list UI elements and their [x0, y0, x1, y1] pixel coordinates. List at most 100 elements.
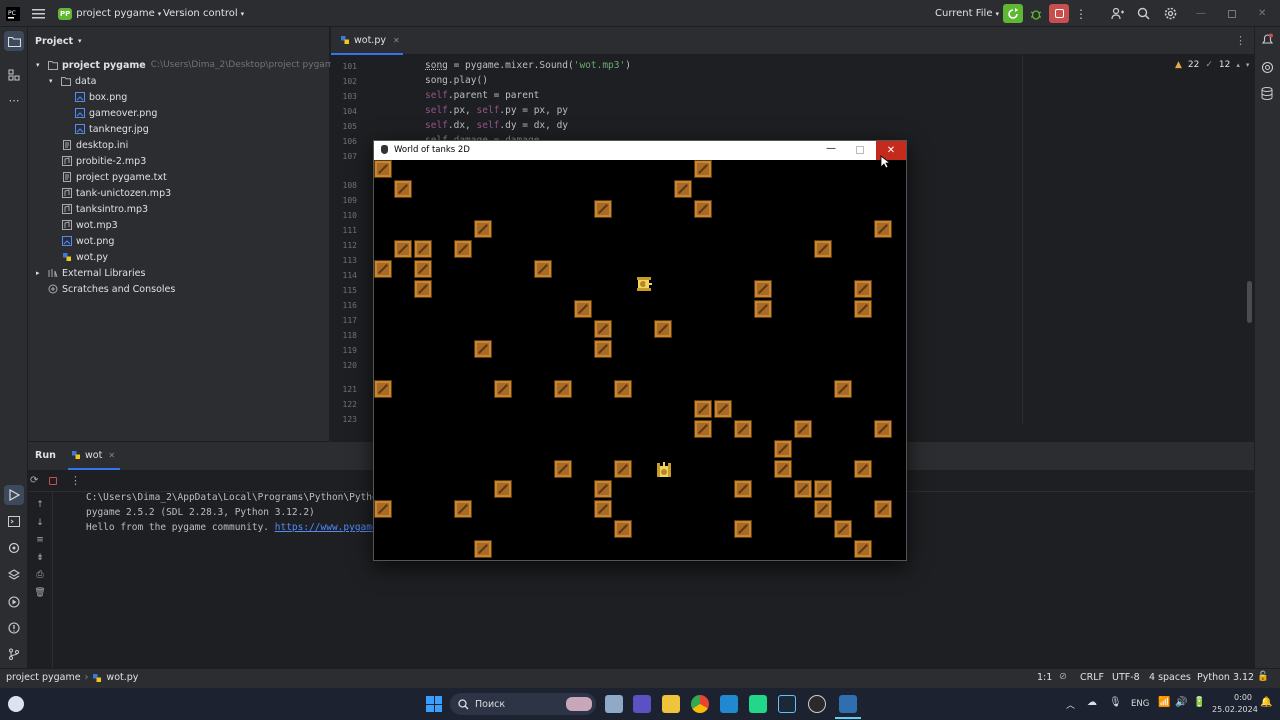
file-explorer-icon[interactable]: [662, 695, 680, 713]
settings-button[interactable]: [1160, 4, 1180, 23]
tree-file[interactable]: gameover.png: [75, 105, 157, 121]
project-tool-button[interactable]: [4, 31, 24, 51]
close-tab-icon[interactable]: ✕: [393, 36, 400, 45]
tree-external-libraries[interactable]: ▸ External Libraries: [36, 265, 145, 281]
close-tab-icon[interactable]: ✕: [108, 451, 115, 460]
language-indicator[interactable]: ENG: [1131, 699, 1149, 709]
tree-folder-data[interactable]: ▾ data: [49, 73, 96, 89]
right-margin-guide: [1022, 55, 1023, 425]
arrow-down-icon[interactable]: ↓: [33, 515, 47, 533]
code-with-me-button[interactable]: [1107, 4, 1127, 23]
tree-file[interactable]: tanksintro.mp3: [62, 201, 148, 217]
game-field[interactable]: [374, 160, 906, 560]
chrome-icon[interactable]: [691, 695, 709, 713]
caret-position[interactable]: 1:1: [1037, 672, 1052, 683]
services-tool-button[interactable]: [4, 592, 24, 612]
tree-file[interactable]: box.png: [75, 89, 127, 105]
tree-file[interactable]: tanknegr.jpg: [75, 121, 149, 137]
chevron-up-icon[interactable]: ︿: [1066, 698, 1075, 711]
search-everywhere-button[interactable]: [1133, 4, 1153, 23]
steam-icon[interactable]: [778, 695, 796, 713]
breadcrumb-project[interactable]: project pygame: [6, 672, 81, 683]
game-window[interactable]: World of tanks 2D — ✕: [373, 140, 907, 561]
maximize-window-button[interactable]: [1228, 0, 1236, 27]
volume-icon[interactable]: 🔊: [1175, 697, 1187, 708]
game-title-bar[interactable]: World of tanks 2D — ✕: [374, 141, 906, 160]
tree-file[interactable]: wot.png: [62, 233, 114, 249]
stop-icon[interactable]: [49, 477, 57, 485]
line-separator[interactable]: CRLF: [1080, 672, 1104, 683]
close-window-button[interactable]: ✕: [1258, 0, 1266, 27]
clock-time[interactable]: 0:00: [1230, 693, 1252, 702]
rerun-icon[interactable]: ⟳: [30, 475, 38, 486]
editor-tab-wot-py[interactable]: wot.py ✕: [331, 27, 403, 55]
wifi-icon[interactable]: 📶: [1158, 697, 1170, 708]
run-icon: [9, 489, 20, 501]
obs-icon[interactable]: [808, 695, 826, 713]
structure-tool-button[interactable]: [4, 65, 24, 85]
python-packages-button[interactable]: [4, 538, 24, 558]
windows-taskbar: Поиск ︿ ☁ 🎙 ENG 📶 🔊 🔋 0:00 25.02.2024 🔔: [0, 688, 1280, 720]
chevron-down-icon: ▾: [240, 9, 245, 18]
ai-assistant-button[interactable]: [1261, 61, 1275, 75]
tree-root[interactable]: ▾ project pygame C:\Users\Dima_2\Desktop…: [36, 57, 339, 73]
breadcrumb-file[interactable]: wot.py: [106, 672, 138, 683]
debug-button[interactable]: [1026, 4, 1046, 23]
minimize-window-button[interactable]: —: [1196, 0, 1206, 27]
run-tool-button[interactable]: [4, 485, 24, 505]
more-tools-button[interactable]: ⋯: [4, 90, 24, 110]
vscode-icon[interactable]: [720, 695, 738, 713]
rerun-button[interactable]: [1003, 4, 1023, 23]
python-app-icon[interactable]: [839, 695, 857, 713]
widgets-icon[interactable]: [8, 696, 24, 712]
indent-setting[interactable]: 4 spaces: [1149, 672, 1191, 683]
pycharm-icon[interactable]: [749, 695, 767, 713]
project-switcher[interactable]: PP project pygame ▾: [58, 0, 161, 27]
task-view-icon[interactable]: [605, 695, 623, 713]
run-tab-wot[interactable]: wot ✕: [68, 442, 120, 470]
version-control-menu[interactable]: Version control ▾: [163, 0, 244, 27]
pycharm-logo-icon[interactable]: PC: [6, 0, 20, 27]
editor-scrollbar[interactable]: [1247, 281, 1252, 323]
arrow-up-icon[interactable]: ↑: [33, 497, 47, 515]
microphone-icon[interactable]: 🎙: [1109, 697, 1122, 708]
tree-file[interactable]: wot.mp3: [62, 217, 118, 233]
layers-tool-button[interactable]: [4, 565, 24, 585]
lock-icon[interactable]: 🔓: [1257, 671, 1269, 682]
close-icon: ✕: [1258, 8, 1267, 19]
read-only-icon[interactable]: ⊘: [1059, 671, 1067, 682]
database-button[interactable]: [1261, 87, 1275, 101]
tree-file[interactable]: wot.py: [62, 249, 108, 265]
inspection-widget[interactable]: ▲ 22 ✓ 12 ▴ ▾: [1175, 60, 1249, 70]
git-tool-button[interactable]: [4, 644, 24, 664]
battery-icon[interactable]: 🔋: [1193, 697, 1205, 708]
editor-more-button[interactable]: ⋮: [1235, 34, 1246, 47]
more-vertical-icon[interactable]: ⋮: [70, 474, 81, 487]
python-interpreter[interactable]: Python 3.12: [1197, 672, 1254, 683]
teams-icon[interactable]: [633, 695, 651, 713]
more-actions-button[interactable]: ⋮: [1071, 4, 1091, 23]
scroll-to-end-icon[interactable]: ⇟: [33, 550, 47, 568]
minimize-window-button[interactable]: —: [826, 143, 836, 154]
cloud-icon[interactable]: ☁: [1087, 697, 1097, 708]
terminal-tool-button[interactable]: [4, 511, 24, 531]
tree-file[interactable]: desktop.ini: [62, 137, 128, 153]
notifications-button[interactable]: [1261, 33, 1275, 47]
stop-button[interactable]: [1049, 4, 1069, 23]
tree-file[interactable]: project pygame.txt: [62, 169, 167, 185]
trash-icon[interactable]: 🗑: [33, 585, 47, 603]
main-menu-icon[interactable]: [32, 0, 46, 27]
tree-scratches[interactable]: Scratches and Consoles: [48, 281, 175, 297]
problems-tool-button[interactable]: [4, 618, 24, 638]
tree-file[interactable]: tank-unictozen.mp3: [62, 185, 171, 201]
soft-wrap-icon[interactable]: ≡: [33, 532, 47, 550]
project-panel-header[interactable]: Project ▾: [35, 33, 82, 49]
notification-bell-icon[interactable]: 🔔: [1260, 697, 1272, 708]
clock-date[interactable]: 25.02.2024: [1212, 705, 1258, 714]
print-icon[interactable]: ⎙: [33, 567, 47, 585]
run-config-selector[interactable]: Current File ▾: [935, 0, 999, 27]
taskbar-search[interactable]: Поиск: [450, 693, 596, 715]
start-windows-icon[interactable]: [426, 696, 442, 712]
tree-file[interactable]: probitie-2.mp3: [62, 153, 146, 169]
file-encoding[interactable]: UTF-8: [1112, 672, 1140, 683]
